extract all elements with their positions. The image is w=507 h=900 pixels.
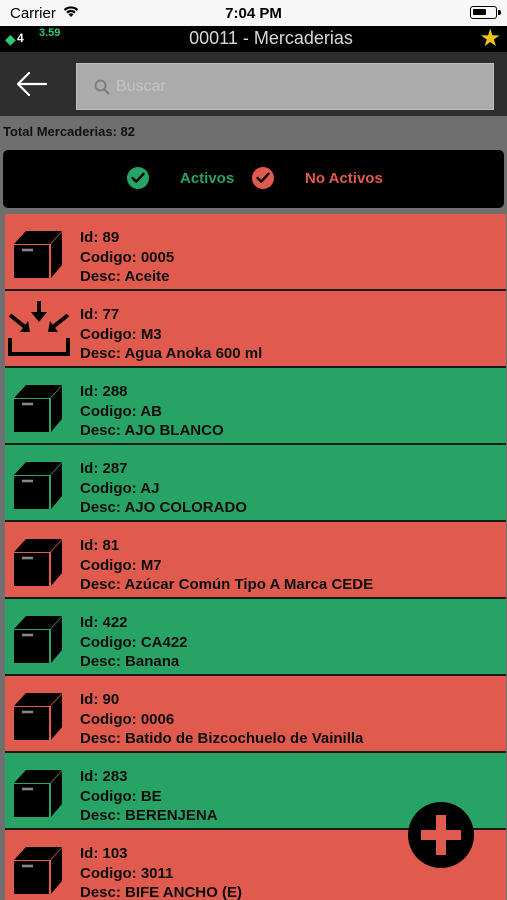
inbox-download-icon [8, 299, 70, 356]
item-codigo: Codigo: AB [80, 402, 162, 420]
item-id: Id: 103 [80, 845, 128, 862]
status-filter: Activos No Activos [3, 150, 504, 208]
item-id: Id: 90 [80, 691, 120, 708]
list-item[interactable]: Id: 89 Codigo: 0005 Desc: Aceite [5, 214, 506, 291]
item-desc: Desc: BIFE ANCHO (E) [80, 884, 242, 900]
item-id: Id: 287 [80, 460, 128, 477]
list-item[interactable]: Id: 422 Codigo: CA422 Desc: Banana [5, 599, 506, 676]
check-icon [131, 172, 145, 183]
clock: 7:04 PM [225, 5, 282, 22]
total-count: Total Mercaderias: 82 [3, 124, 135, 139]
box-icon [11, 767, 65, 819]
box-icon [11, 536, 65, 588]
battery-icon [470, 6, 501, 19]
item-id: Id: 288 [80, 383, 128, 400]
box-icon [11, 844, 65, 896]
mercaderias-list[interactable]: Id: 89 Codigo: 0005 Desc: Aceite Id: 77 Codi… [0, 214, 507, 900]
item-codigo: Codigo: AJ [80, 479, 160, 497]
box-icon [11, 690, 65, 742]
item-desc: Desc: AJO COLORADO [80, 499, 247, 516]
item-codigo: Codigo: M3 [80, 325, 162, 343]
item-codigo: Codigo: 0005 [80, 248, 175, 266]
list-item[interactable]: Id: 81 Codigo: M7 Desc: Azúcar Común Tipo … [5, 522, 506, 599]
add-button[interactable] [408, 802, 474, 868]
star-icon[interactable]: ★ [479, 24, 501, 53]
box-icon [11, 459, 65, 511]
search-box[interactable] [76, 63, 494, 110]
item-id: Id: 283 [80, 768, 128, 785]
item-desc: Desc: Azúcar Común Tipo A Marca CEDE [80, 576, 374, 593]
item-desc: Desc: AJO BLANCO [80, 422, 224, 439]
arrow-left-icon [16, 71, 48, 97]
list-item[interactable]: Id: 287 Codigo: AJ Desc: AJO COLORADO [5, 445, 506, 522]
item-id: Id: 422 [80, 614, 128, 631]
item-codigo: Codigo: CA422 [80, 633, 188, 651]
item-id: Id: 81 [80, 537, 120, 554]
item-id: Id: 89 [80, 229, 120, 246]
activos-toggle[interactable] [127, 167, 149, 189]
list-item[interactable]: Id: 77 Codigo: M3 Desc: Agua Anoka 600 ml [5, 291, 506, 368]
item-id: Id: 77 [80, 306, 120, 323]
item-desc: Desc: BERENJENA [80, 807, 218, 824]
box-icon [11, 228, 65, 280]
item-codigo: Codigo: BE [80, 787, 162, 805]
item-desc: Desc: Agua Anoka 600 ml [80, 345, 263, 362]
list-item[interactable]: Id: 288 Codigo: AB Desc: AJO BLANCO [5, 368, 506, 445]
back-button[interactable] [16, 70, 48, 98]
item-desc: Desc: Aceite [80, 268, 170, 285]
item-desc: Desc: Batido de Bizcochuelo de Vainilla [80, 730, 364, 747]
list-item[interactable]: Id: 90 Codigo: 0006 Desc: Batido de Bizcoc… [5, 676, 506, 753]
search-icon [94, 79, 110, 100]
item-codigo: Codigo: M7 [80, 556, 162, 574]
header [0, 52, 507, 116]
title-bar: ◆ 4 3.59 00011 - Mercaderias ★ [0, 24, 507, 53]
activos-label[interactable]: Activos [180, 170, 234, 187]
check-icon [256, 172, 270, 183]
box-icon [11, 382, 65, 434]
status-bar: Carrier 7:04 PM [0, 0, 507, 26]
no-activos-label[interactable]: No Activos [305, 170, 383, 187]
page-title: 00011 - Mercaderias [189, 28, 353, 48]
no-activos-toggle[interactable] [252, 167, 274, 189]
item-codigo: Codigo: 3011 [80, 864, 174, 882]
item-codigo: Codigo: 0006 [80, 710, 175, 728]
box-icon [11, 613, 65, 665]
search-input[interactable] [116, 74, 476, 100]
item-desc: Desc: Banana [80, 653, 180, 670]
